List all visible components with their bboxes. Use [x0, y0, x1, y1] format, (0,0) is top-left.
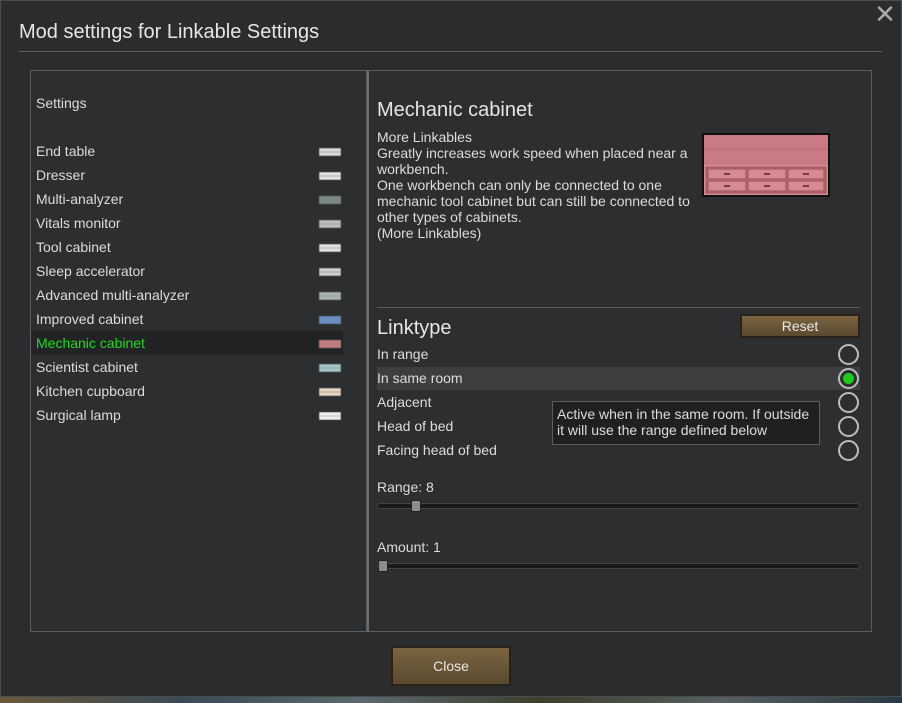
- linktype-option[interactable]: In range: [377, 343, 860, 366]
- window-title: Mod settings for Linkable Settings: [19, 21, 320, 43]
- settings-list-item[interactable]: Scientist cabinet: [31, 355, 343, 379]
- close-button[interactable]: Close: [391, 646, 511, 686]
- kitchen-cupboard-icon: [318, 383, 342, 399]
- range-label: Range: 8: [377, 479, 434, 495]
- settings-heading: Settings: [36, 95, 87, 111]
- linktype-option-label: In range: [377, 346, 429, 362]
- settings-list-item[interactable]: Dresser: [31, 163, 343, 187]
- background-strip: [0, 697, 902, 703]
- linktype-option-label: Head of bed: [377, 418, 454, 434]
- linktype-option-label: Facing head of bed: [377, 442, 497, 458]
- settings-list-item-label: Improved cabinet: [36, 311, 144, 327]
- settings-list-item-label: Advanced multi-analyzer: [36, 287, 190, 303]
- end-table-icon: [318, 143, 342, 159]
- settings-list-item[interactable]: Kitchen cupboard: [31, 379, 343, 403]
- dresser-icon: [318, 167, 342, 183]
- surgical-lamp-icon: [318, 407, 342, 423]
- settings-list-item-label: Mechanic cabinet: [36, 335, 145, 351]
- settings-list-item-label: End table: [36, 143, 96, 159]
- mechanic-cabinet-icon: [318, 335, 342, 351]
- item-description: More Linkables Greatly increases work sp…: [377, 129, 707, 241]
- settings-list-item[interactable]: Surgical lamp: [31, 403, 343, 427]
- sleep-accelerator-icon: [318, 263, 342, 279]
- settings-list-item[interactable]: Tool cabinet: [31, 235, 343, 259]
- radio-button[interactable]: [838, 416, 859, 437]
- linktype-option-label: Adjacent: [377, 394, 432, 410]
- radio-button[interactable]: [838, 440, 859, 461]
- radio-button[interactable]: [838, 392, 859, 413]
- advanced-multi-analyzer-icon: [318, 287, 342, 303]
- settings-list-item-label: Tool cabinet: [36, 239, 111, 255]
- range-slider[interactable]: [377, 500, 860, 512]
- scientist-cabinet-icon: [318, 359, 342, 375]
- reset-button[interactable]: Reset: [740, 314, 860, 338]
- settings-list-item-label: Scientist cabinet: [36, 359, 138, 375]
- section-divider: [377, 307, 860, 308]
- tool-cabinet-icon: [318, 239, 342, 255]
- settings-list-item[interactable]: End table: [31, 139, 343, 163]
- settings-list-item-label: Dresser: [36, 167, 86, 183]
- close-icon[interactable]: ✕: [873, 1, 897, 27]
- title-divider: [19, 51, 882, 52]
- improved-cabinet-icon: [318, 311, 342, 327]
- settings-list-item[interactable]: Multi-analyzer: [31, 187, 343, 211]
- linktype-title: Linktype: [377, 317, 452, 339]
- amount-slider-handle[interactable]: [378, 560, 388, 572]
- settings-list-item[interactable]: Vitals monitor: [31, 211, 343, 235]
- settings-list-item-label: Sleep accelerator: [36, 263, 145, 279]
- desc-source: More Linkables: [377, 129, 472, 145]
- settings-list-item[interactable]: Improved cabinet: [31, 307, 343, 331]
- settings-list-item[interactable]: Sleep accelerator: [31, 259, 343, 283]
- option-tooltip: Active when in the same room. If outside…: [552, 401, 820, 445]
- amount-label: Amount: 1: [377, 539, 441, 555]
- multi-analyzer-icon: [318, 191, 342, 207]
- amount-slider[interactable]: [377, 560, 860, 572]
- desc-line: One workbench can only be connected to o…: [377, 177, 690, 225]
- mechanic-cabinet-preview: [702, 133, 830, 197]
- linktype-option-label: In same room: [377, 370, 463, 386]
- settings-list-item[interactable]: Mechanic cabinet: [31, 331, 343, 355]
- radio-button[interactable]: [838, 368, 859, 389]
- settings-list-item-label: Kitchen cupboard: [36, 383, 145, 399]
- details-pane: Mechanic cabinet More Linkables Greatly …: [367, 70, 872, 632]
- settings-list-item-label: Vitals monitor: [36, 215, 121, 231]
- item-title: Mechanic cabinet: [377, 99, 533, 121]
- range-slider-handle[interactable]: [411, 500, 422, 512]
- settings-list-pane: Settings End table Dresser Multi-analyzer V…: [30, 70, 367, 632]
- linktype-option[interactable]: In same room: [377, 367, 860, 390]
- desc-line: Greatly increases work speed when placed…: [377, 145, 688, 177]
- vitals-monitor-icon: [318, 215, 342, 231]
- settings-list: End table Dresser Multi-analyzer Vitals mon…: [31, 139, 343, 427]
- radio-button[interactable]: [838, 344, 859, 365]
- settings-list-item[interactable]: Advanced multi-analyzer: [31, 283, 343, 307]
- desc-source-footer: (More Linkables): [377, 225, 482, 241]
- settings-list-item-label: Surgical lamp: [36, 407, 121, 423]
- mod-settings-window: ✕ Mod settings for Linkable Settings Set…: [0, 0, 902, 697]
- settings-list-item-label: Multi-analyzer: [36, 191, 124, 207]
